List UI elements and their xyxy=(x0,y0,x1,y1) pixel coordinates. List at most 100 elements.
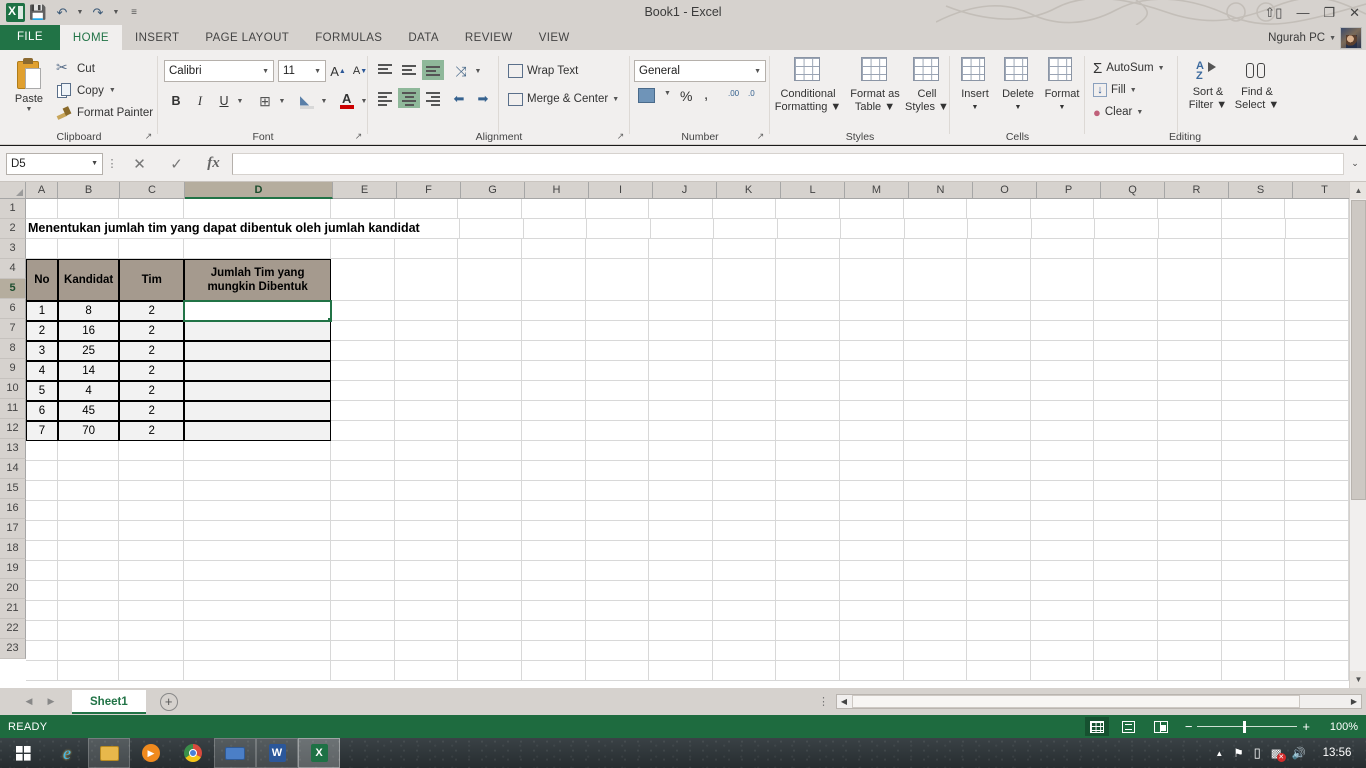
cell-Q18[interactable] xyxy=(1094,561,1159,581)
cell-M1[interactable] xyxy=(840,199,904,219)
cell-P9[interactable] xyxy=(1030,381,1095,401)
cell-L21[interactable] xyxy=(776,621,841,641)
cell-L6[interactable] xyxy=(776,321,841,341)
cell-T8[interactable] xyxy=(1285,361,1349,381)
clear-dropdown-icon[interactable]: ▼ xyxy=(1136,109,1143,116)
cell-N13[interactable] xyxy=(903,461,968,481)
cell-S22[interactable] xyxy=(1221,641,1286,661)
cell-B1[interactable] xyxy=(57,199,120,219)
cell-J4[interactable] xyxy=(649,259,713,301)
cell-K17[interactable] xyxy=(712,541,777,561)
cell-M20[interactable] xyxy=(840,601,904,621)
keyboard-icon[interactable] xyxy=(214,738,256,768)
cell-O18[interactable] xyxy=(967,561,1031,581)
cell-C9[interactable]: 2 xyxy=(119,381,185,401)
column-header-i[interactable]: I xyxy=(589,182,653,199)
cell-R23[interactable] xyxy=(1158,661,1222,681)
row-header-18[interactable]: 18 xyxy=(0,539,26,559)
align-middle-button[interactable] xyxy=(398,60,420,80)
align-center-button[interactable] xyxy=(398,88,420,108)
cell-P4[interactable] xyxy=(1030,259,1095,301)
zoom-slider[interactable]: − + xyxy=(1185,720,1310,733)
chevron-down-icon[interactable]: ▼ xyxy=(1329,35,1336,42)
cell-A4[interactable]: No xyxy=(26,259,58,301)
cell-Q14[interactable] xyxy=(1094,481,1159,501)
cell-A8[interactable]: 4 xyxy=(26,361,58,381)
cell-S7[interactable] xyxy=(1221,341,1286,361)
cell-S1[interactable] xyxy=(1221,199,1286,219)
cell-Q5[interactable] xyxy=(1094,301,1159,321)
volume-icon[interactable]: 🔊 xyxy=(1292,746,1306,760)
row-header-22[interactable]: 22 xyxy=(0,619,26,639)
cell-S18[interactable] xyxy=(1221,561,1286,581)
cell-C10[interactable]: 2 xyxy=(119,401,185,421)
cell-A11[interactable]: 7 xyxy=(26,421,58,441)
cell-T6[interactable] xyxy=(1285,321,1349,341)
cell-G8[interactable] xyxy=(458,361,522,381)
row-header-6[interactable]: 6 xyxy=(0,299,26,319)
cell-I21[interactable] xyxy=(585,621,650,641)
cell-P15[interactable] xyxy=(1030,501,1095,521)
cell-A12[interactable] xyxy=(26,441,58,461)
cell-H8[interactable] xyxy=(521,361,586,381)
cell-H23[interactable] xyxy=(521,661,586,681)
cell-H21[interactable] xyxy=(521,621,586,641)
cell-I11[interactable] xyxy=(585,421,650,441)
cell-L11[interactable] xyxy=(776,421,841,441)
cell-M10[interactable] xyxy=(840,401,904,421)
cell-K20[interactable] xyxy=(712,601,777,621)
cell-K22[interactable] xyxy=(712,641,777,661)
sort-filter-button[interactable]: A Z Sort & Filter ▼ xyxy=(1185,58,1231,136)
copy-dropdown-icon[interactable]: ▼ xyxy=(109,87,116,94)
cell-F21[interactable] xyxy=(394,621,459,641)
merge-center-button[interactable]: Merge & Center ▼ xyxy=(508,88,619,110)
cell-S4[interactable] xyxy=(1221,259,1286,301)
column-header-b[interactable]: B xyxy=(58,182,120,199)
cell-G3[interactable] xyxy=(458,239,522,259)
zoom-out-button[interactable]: − xyxy=(1185,720,1193,733)
cell-H16[interactable] xyxy=(521,521,586,541)
underline-dropdown-icon[interactable]: ▼ xyxy=(234,90,246,112)
cell-M13[interactable] xyxy=(840,461,904,481)
cut-button[interactable]: Cut xyxy=(56,58,95,79)
row-header-2[interactable]: 2 xyxy=(0,219,26,239)
cell-B8[interactable]: 14 xyxy=(57,361,120,381)
cell-J20[interactable] xyxy=(649,601,713,621)
cell-D13[interactable] xyxy=(184,461,332,481)
cell-L13[interactable] xyxy=(776,461,841,481)
cell-S3[interactable] xyxy=(1221,239,1286,259)
cell-K19[interactable] xyxy=(712,581,777,601)
scroll-up-icon[interactable]: ▲ xyxy=(1350,182,1366,199)
cell-J3[interactable] xyxy=(649,239,713,259)
cell-J2[interactable] xyxy=(650,219,715,239)
row-header-9[interactable]: 9 xyxy=(0,359,26,379)
cell-F23[interactable] xyxy=(394,661,459,681)
cell-N3[interactable] xyxy=(903,239,968,259)
cell-N6[interactable] xyxy=(903,321,968,341)
cell-L4[interactable] xyxy=(776,259,841,301)
cell-E18[interactable] xyxy=(331,561,395,581)
cell-S14[interactable] xyxy=(1221,481,1286,501)
cell-F14[interactable] xyxy=(394,481,459,501)
column-header-k[interactable]: K xyxy=(717,182,781,199)
cell-J12[interactable] xyxy=(649,441,713,461)
cell-C6[interactable]: 2 xyxy=(119,321,185,341)
user-account-area[interactable]: Ngurah PC ▼ xyxy=(1268,27,1362,49)
cell-I6[interactable] xyxy=(585,321,650,341)
cell-Q1[interactable] xyxy=(1094,199,1159,219)
restore-button[interactable]: ❐ xyxy=(1323,5,1335,21)
cell-T20[interactable] xyxy=(1285,601,1349,621)
cell-Q10[interactable] xyxy=(1094,401,1159,421)
cell-M5[interactable] xyxy=(840,301,904,321)
cell-P10[interactable] xyxy=(1030,401,1095,421)
cell-D6[interactable] xyxy=(184,321,332,341)
cell-A2[interactable]: Menentukan jumlah tim yang dapat dibentu… xyxy=(26,219,420,239)
cell-I15[interactable] xyxy=(585,501,650,521)
cell-P8[interactable] xyxy=(1030,361,1095,381)
cell-Q8[interactable] xyxy=(1094,361,1159,381)
cell-Q12[interactable] xyxy=(1094,441,1159,461)
cell-Q22[interactable] xyxy=(1094,641,1159,661)
cell-N16[interactable] xyxy=(903,521,968,541)
cell-Q2[interactable] xyxy=(1095,219,1159,239)
cell-L23[interactable] xyxy=(776,661,841,681)
